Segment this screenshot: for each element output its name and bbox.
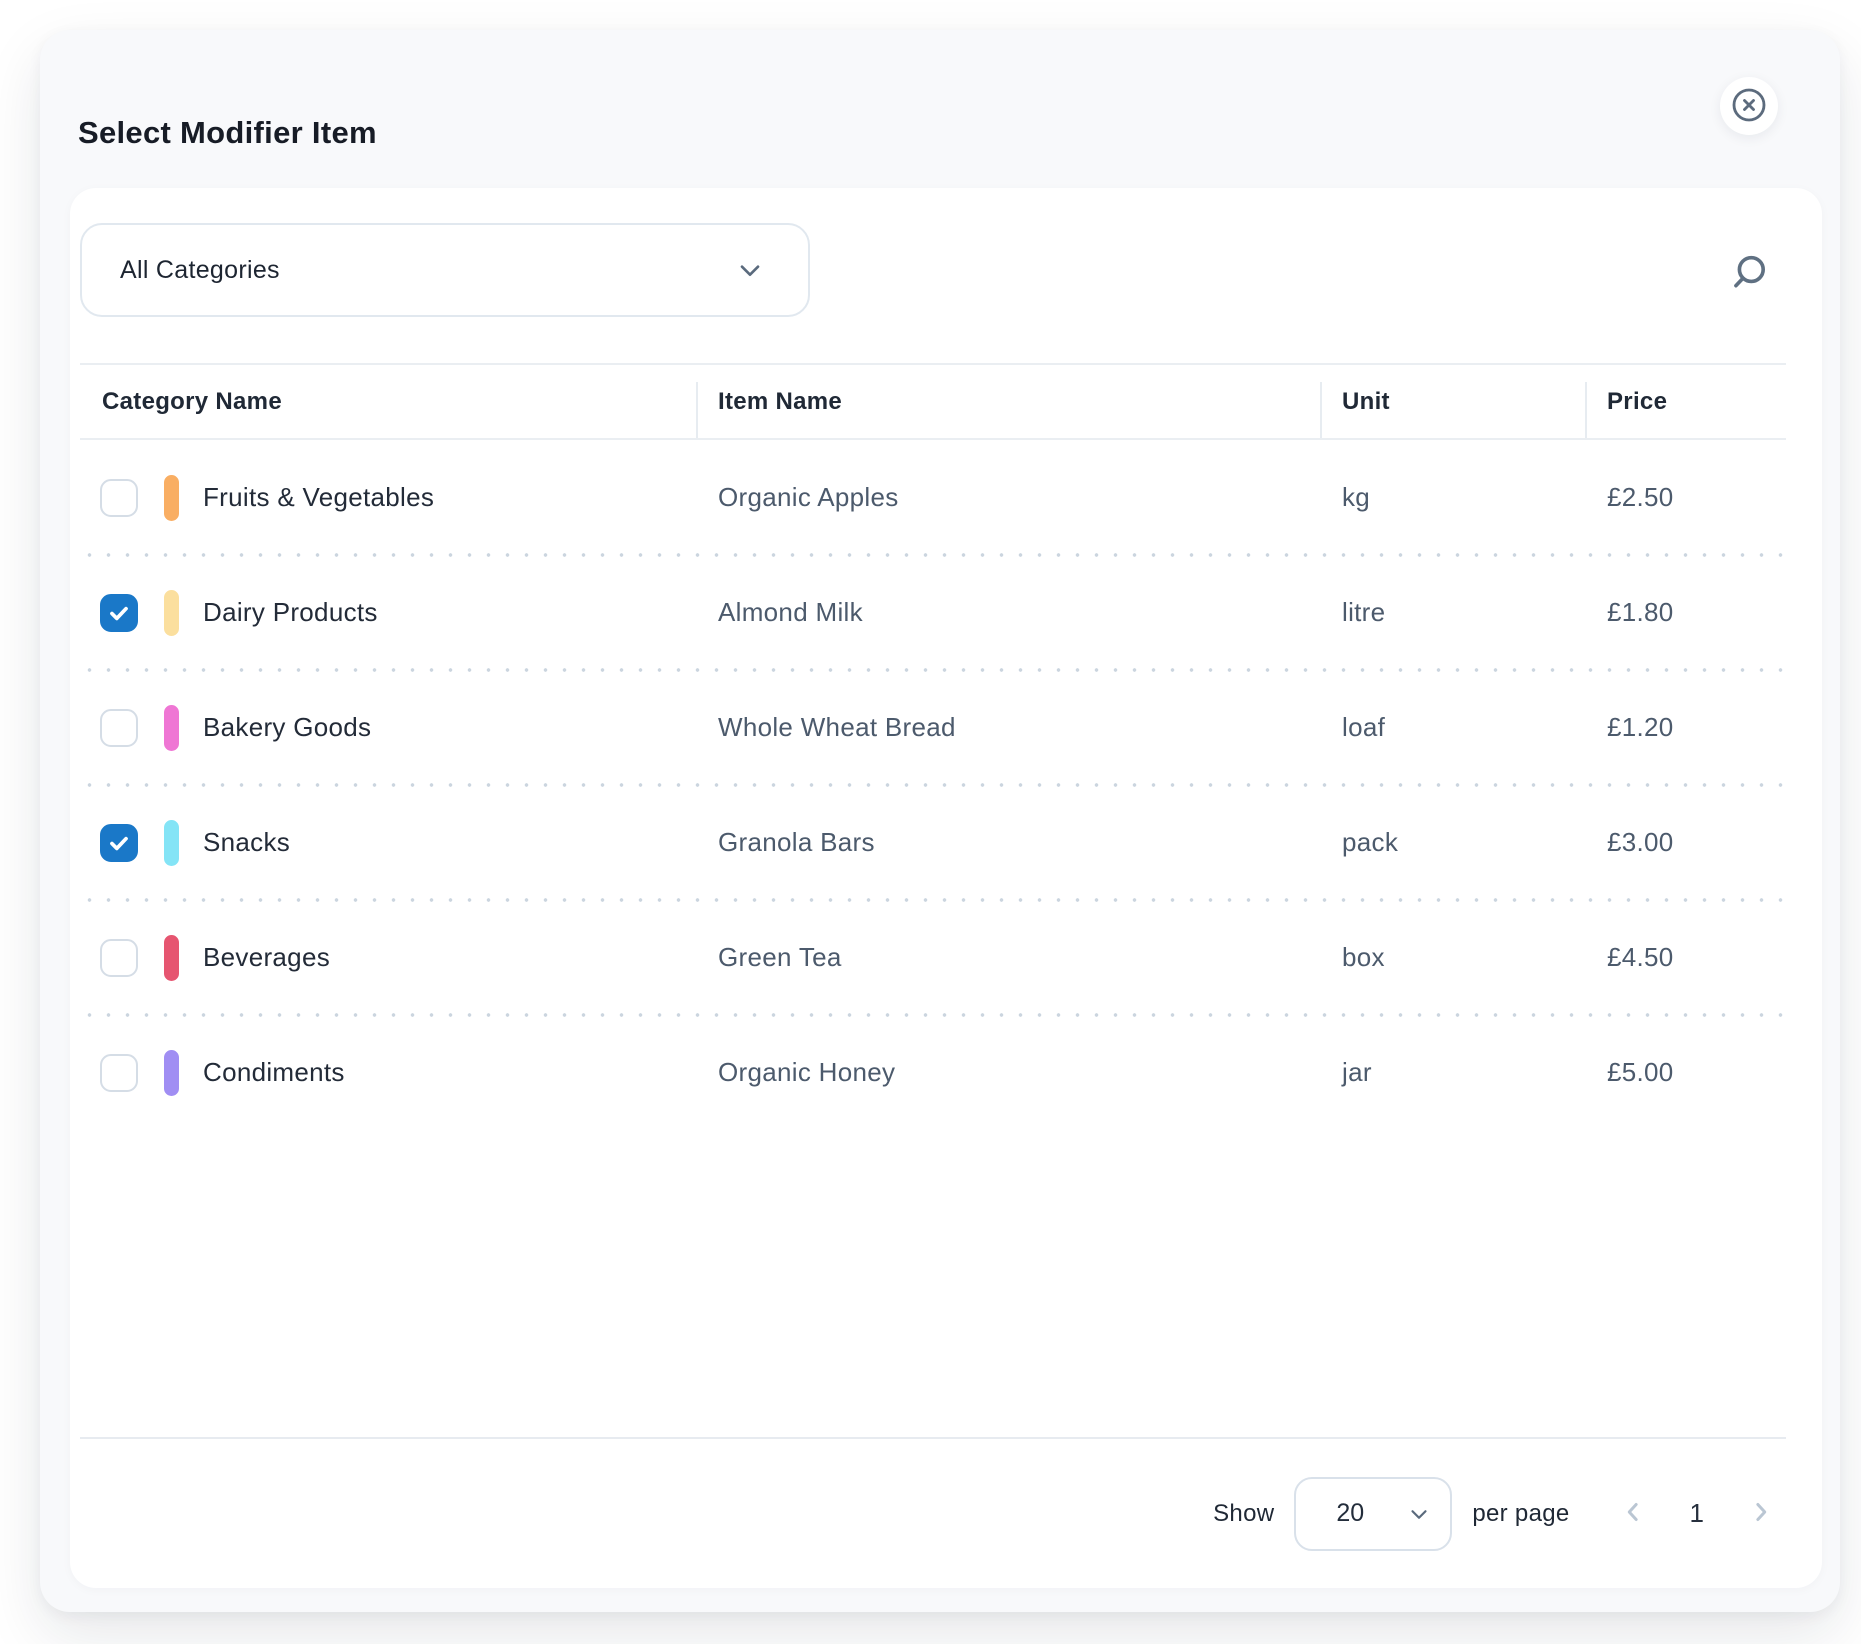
row-checkbox[interactable] — [100, 939, 138, 977]
item-price: £2.50 — [1585, 482, 1786, 513]
category-color-pill — [164, 705, 179, 751]
item-price: £5.00 — [1585, 1057, 1786, 1088]
item-unit: loaf — [1320, 712, 1585, 743]
modal-title: Select Modifier Item — [78, 114, 377, 151]
modifier-items-table: Category Name Item Name Unit Price Fruit… — [80, 363, 1786, 1130]
table-body: Fruits & Vegetables Organic Apples kg £2… — [80, 440, 1786, 1130]
table-row[interactable]: Bakery Goods Whole Wheat Bread loaf £1.2… — [80, 670, 1786, 785]
table-row[interactable]: Condiments Organic Honey jar £5.00 — [80, 1015, 1786, 1130]
category-filter-value: All Categories — [120, 256, 280, 285]
search-button[interactable] — [1726, 250, 1772, 296]
item-price: £4.50 — [1585, 942, 1786, 973]
item-unit: box — [1320, 942, 1585, 973]
column-header-category-name: Category Name — [80, 365, 696, 438]
previous-page-button[interactable] — [1618, 1497, 1648, 1530]
current-page-number: 1 — [1690, 1498, 1704, 1529]
category-name: Beverages — [203, 942, 330, 973]
table-row[interactable]: Beverages Green Tea box £4.50 — [80, 900, 1786, 1015]
category-color-pill — [164, 590, 179, 636]
category-color-pill — [164, 475, 179, 521]
content-card: All Categories Category Name Item Name U… — [70, 188, 1822, 1588]
row-checkbox[interactable] — [100, 594, 138, 632]
next-page-button[interactable] — [1746, 1497, 1776, 1530]
item-name: Granola Bars — [696, 827, 1320, 858]
item-unit: litre — [1320, 597, 1585, 628]
item-price: £1.80 — [1585, 597, 1786, 628]
category-name: Dairy Products — [203, 597, 378, 628]
search-icon — [1726, 250, 1772, 296]
page-background: Select Modifier Item All Categories — [0, 0, 1861, 1644]
item-unit: pack — [1320, 827, 1585, 858]
chevron-left-icon — [1618, 1497, 1648, 1530]
close-icon — [1729, 85, 1769, 128]
chevron-down-icon — [1406, 1501, 1432, 1527]
category-name: Condiments — [203, 1057, 345, 1088]
page-size-value: 20 — [1336, 1499, 1364, 1528]
item-name: Whole Wheat Bread — [696, 712, 1320, 743]
item-name: Organic Apples — [696, 482, 1320, 513]
pagination-bar: Show 20 per page 1 — [80, 1439, 1786, 1588]
item-unit: jar — [1320, 1057, 1585, 1088]
item-name: Almond Milk — [696, 597, 1320, 628]
row-checkbox[interactable] — [100, 479, 138, 517]
item-price: £1.20 — [1585, 712, 1786, 743]
close-button[interactable] — [1720, 77, 1778, 135]
category-filter-dropdown[interactable]: All Categories — [80, 223, 810, 317]
chevron-down-icon — [734, 254, 766, 286]
table-row[interactable]: Snacks Granola Bars pack £3.00 — [80, 785, 1786, 900]
chevron-right-icon — [1746, 1497, 1776, 1530]
table-row[interactable]: Fruits & Vegetables Organic Apples kg £2… — [80, 440, 1786, 555]
category-name: Bakery Goods — [203, 712, 371, 743]
table-header-row: Category Name Item Name Unit Price — [80, 363, 1786, 440]
per-page-label: per page — [1472, 1500, 1569, 1528]
category-name: Snacks — [203, 827, 290, 858]
show-label: Show — [1213, 1500, 1274, 1528]
filter-bar: All Categories — [80, 223, 1786, 317]
item-name: Organic Honey — [696, 1057, 1320, 1088]
category-color-pill — [164, 1050, 179, 1096]
category-name: Fruits & Vegetables — [203, 482, 434, 513]
row-checkbox[interactable] — [100, 1054, 138, 1092]
item-name: Green Tea — [696, 942, 1320, 973]
category-color-pill — [164, 820, 179, 866]
row-checkbox[interactable] — [100, 709, 138, 747]
row-checkbox[interactable] — [100, 824, 138, 862]
page-size-select[interactable]: 20 — [1294, 1477, 1452, 1551]
column-header-unit: Unit — [1320, 365, 1585, 438]
category-color-pill — [164, 935, 179, 981]
item-unit: kg — [1320, 482, 1585, 513]
column-header-item-name: Item Name — [696, 365, 1320, 438]
column-header-price: Price — [1585, 365, 1786, 438]
table-row[interactable]: Dairy Products Almond Milk litre £1.80 — [80, 555, 1786, 670]
select-modifier-modal: Select Modifier Item All Categories — [40, 30, 1840, 1612]
pager: 1 — [1618, 1497, 1776, 1530]
item-price: £3.00 — [1585, 827, 1786, 858]
